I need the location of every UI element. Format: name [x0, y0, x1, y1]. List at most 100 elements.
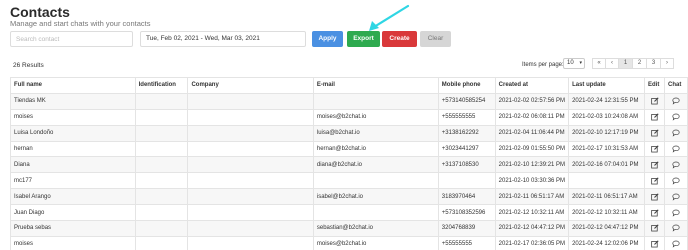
create-button[interactable]: Create: [382, 31, 417, 47]
email-cell: sebastian@b2chat.io: [312, 220, 439, 237]
edit-icon[interactable]: [650, 113, 659, 121]
mobile-phone-cell: +3138162292: [437, 124, 496, 142]
chat-bubble-icon[interactable]: [672, 161, 680, 169]
full-name-cell: moises: [10, 235, 136, 250]
last-update-cell: 2021-02-24 12:02:06 PM: [568, 235, 646, 250]
mobile-phone-cell: +3137108530: [437, 156, 496, 174]
edit-icon[interactable]: [650, 97, 659, 105]
company-cell: [187, 204, 314, 222]
chat-cell: [663, 140, 688, 158]
column-header-created-at[interactable]: Created at: [494, 77, 570, 94]
next-page-button[interactable]: ›: [660, 58, 674, 69]
identification-cell: [134, 235, 189, 250]
identification-cell: [134, 172, 189, 190]
page-button-1[interactable]: 1: [618, 58, 633, 69]
column-header-mobile-phone[interactable]: Mobile phone: [437, 77, 496, 94]
edit-icon[interactable]: [650, 177, 659, 185]
created-at-cell: 2021-02-12 04:47:12 PM: [494, 220, 570, 237]
page-button-2[interactable]: 2: [632, 58, 647, 69]
created-at-cell: 2021-02-04 11:06:44 PM: [494, 124, 570, 142]
edit-cell: [644, 235, 665, 250]
chat-cell: [663, 172, 688, 190]
table-row[interactable]: Diana diana@b2chat.io +3137108530 2021-02-1…: [10, 156, 688, 174]
table-row[interactable]: Isabel Arango isabel@b2chat.io 3183970464 2…: [10, 188, 688, 206]
created-at-cell: 2021-02-02 06:08:11 PM: [494, 108, 570, 126]
date-range-picker[interactable]: Tue, Feb 02, 2021 - Wed, Mar 03, 2021: [140, 31, 306, 47]
company-cell: [187, 235, 314, 250]
edit-icon[interactable]: [650, 193, 659, 201]
table-row[interactable]: Juan Diago +573108352596 2021-02-12 10:32:…: [10, 204, 688, 222]
table-row[interactable]: mc177 2021-02-10 03:30:36 PM: [10, 172, 688, 190]
email-cell: isabel@b2chat.io: [312, 188, 439, 206]
chat-bubble-icon[interactable]: [672, 193, 680, 201]
last-update-cell: [568, 172, 646, 190]
created-at-cell: 2021-02-10 03:30:36 PM: [494, 172, 570, 190]
column-header-chat: Chat: [663, 77, 688, 94]
chat-bubble-icon[interactable]: [672, 97, 680, 105]
full-name-cell: mc177: [10, 172, 136, 190]
identification-cell: [134, 140, 189, 158]
edit-cell: [644, 140, 665, 158]
table-row[interactable]: moises moises@b2chat.io +55555555 2021-02-1…: [10, 235, 688, 250]
identification-cell: [134, 188, 189, 206]
full-name-cell: moises: [10, 108, 136, 126]
column-header-identification[interactable]: Identification: [134, 77, 189, 94]
mobile-phone-cell: 3204768839: [437, 220, 496, 237]
created-at-cell: 2021-02-12 10:32:11 AM: [494, 204, 570, 222]
column-header-full-name[interactable]: Full name: [10, 77, 136, 94]
chat-bubble-icon[interactable]: [672, 129, 680, 137]
company-cell: [187, 140, 314, 158]
chat-bubble-icon[interactable]: [672, 177, 680, 185]
identification-cell: [134, 108, 189, 126]
table-row[interactable]: hernan hernan@b2chat.io +3023441297 2021-02…: [10, 140, 688, 158]
chat-bubble-icon[interactable]: [672, 224, 680, 233]
edit-icon[interactable]: [650, 208, 659, 217]
last-update-cell: 2021-02-12 04:47:12 PM: [568, 220, 646, 237]
edit-cell: [644, 188, 665, 206]
chat-bubble-icon[interactable]: [672, 145, 680, 153]
created-at-cell: 2021-02-11 06:51:17 AM: [494, 188, 570, 206]
created-at-cell: 2021-02-10 12:39:21 PM: [494, 156, 570, 174]
chat-bubble-icon[interactable]: [672, 240, 680, 248]
first-page-button[interactable]: «: [592, 58, 606, 69]
export-button[interactable]: Export: [347, 31, 380, 47]
mobile-phone-cell: +555555555: [437, 108, 496, 126]
items-per-page-select[interactable]: 10 ▾: [563, 58, 585, 69]
last-update-cell: 2021-02-16 07:04:01 PM: [568, 156, 646, 174]
edit-icon[interactable]: [650, 145, 659, 153]
chat-cell: [663, 108, 688, 126]
company-cell: [187, 220, 314, 237]
edit-icon[interactable]: [650, 161, 659, 169]
edit-icon[interactable]: [650, 129, 659, 137]
page-button-3[interactable]: 3: [646, 58, 661, 69]
edit-cell: [644, 220, 665, 237]
chat-bubble-icon[interactable]: [672, 209, 680, 217]
chat-cell: [663, 156, 688, 174]
column-header-last-update[interactable]: Last update: [568, 77, 646, 94]
chat-bubble-icon[interactable]: [672, 113, 680, 121]
identification-cell: [134, 156, 189, 174]
results-count: 26 Results: [13, 62, 44, 69]
full-name-cell: hernan: [10, 140, 136, 158]
column-header-email[interactable]: E-mail: [312, 77, 439, 94]
apply-button[interactable]: Apply: [312, 31, 343, 47]
last-update-cell: 2021-02-11 06:51:17 AM: [568, 188, 646, 206]
identification-cell: [134, 220, 189, 237]
edit-icon[interactable]: [650, 240, 659, 248]
edit-icon[interactable]: [650, 224, 659, 232]
table-row[interactable]: Tiendas MK +573140585254 2021-02-02 02:57:…: [10, 92, 688, 110]
table-row[interactable]: Luisa Londoño luisa@b2chat.io +3138162292 2…: [10, 124, 688, 142]
company-cell: [187, 172, 314, 190]
full-name-cell: Prueba sebas: [10, 220, 136, 237]
table-row[interactable]: moises moises@b2chat.io +555555555 2021-02-…: [10, 108, 688, 126]
last-update-cell: 2021-02-24 12:31:55 PM: [568, 92, 646, 110]
prev-page-button[interactable]: ‹: [605, 58, 619, 69]
last-update-cell: 2021-02-12 10:32:11 AM: [568, 204, 646, 222]
search-input[interactable]: [10, 31, 133, 47]
chat-cell: [663, 92, 688, 110]
column-header-company[interactable]: Company: [187, 77, 314, 94]
clear-button[interactable]: Clear: [420, 31, 451, 47]
last-update-cell: 2021-02-17 10:31:53 AM: [568, 140, 646, 158]
company-cell: [187, 92, 314, 110]
table-row[interactable]: Prueba sebas sebastian@b2chat.io 320476883…: [10, 220, 688, 237]
